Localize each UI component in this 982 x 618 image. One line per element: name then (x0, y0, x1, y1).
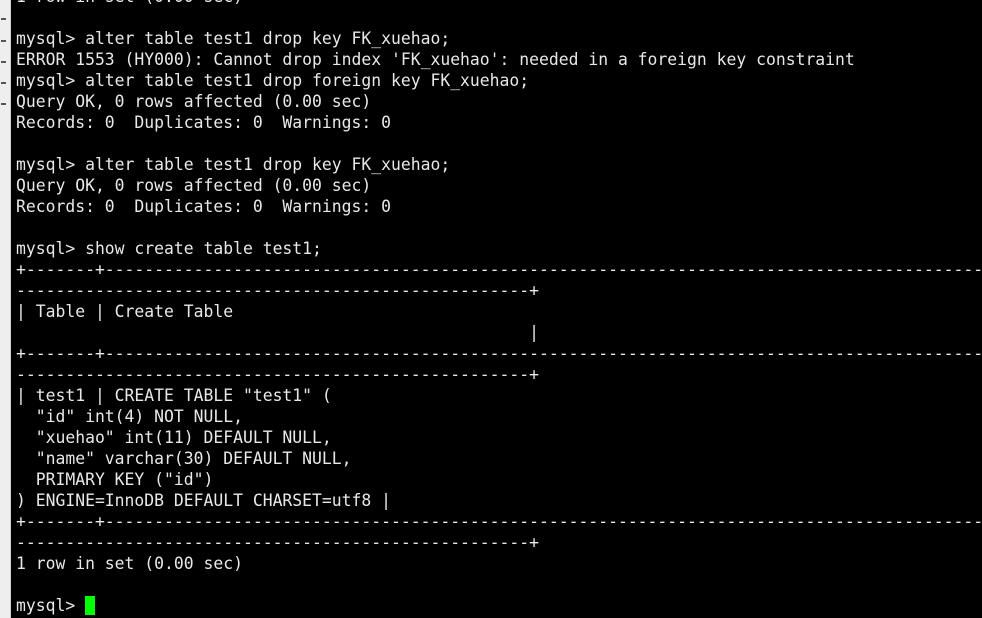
terminal-line: ERROR 1553 (HY000): Cannot drop index 'F… (16, 50, 855, 69)
terminal-line: Query OK, 0 rows affected (0.00 sec) (16, 176, 372, 195)
terminal-line: ----------------------------------------… (16, 365, 540, 384)
terminal-line: mysql> alter table test1 drop key FK_xue… (16, 29, 451, 48)
terminal-line: Query OK, 0 rows affected (0.00 sec) (16, 92, 372, 111)
terminal-line: mysql> show create table test1; (16, 239, 322, 258)
terminal-line: | (16, 323, 540, 342)
terminal-line: mysql> alter table test1 drop key FK_xue… (16, 155, 451, 174)
terminal-line: 1 row in set (0.00 sec) (16, 0, 982, 7)
terminal-line: "xuehao" int(11) DEFAULT NULL, (16, 428, 332, 447)
terminal-line: "name" varchar(30) DEFAULT NULL, (16, 449, 352, 468)
terminal-line: +-------+-------------------------------… (16, 344, 982, 363)
terminal-line: 1 row in set (0.00 sec) (16, 554, 243, 573)
terminal-window[interactable]: 1 row in set (0.00 sec) mysql> alter tabl… (11, 0, 982, 618)
terminal-line: | test1 | CREATE TABLE "test1" ( (16, 386, 332, 405)
terminal-line: | Table | Create Table (16, 302, 234, 321)
terminal-line: Records: 0 Duplicates: 0 Warnings: 0 (16, 113, 391, 132)
terminal-line: Records: 0 Duplicates: 0 Warnings: 0 (16, 197, 391, 216)
mysql-prompt: mysql> (16, 596, 86, 615)
terminal-line: "id" int(4) NOT NULL, (16, 407, 243, 426)
terminal-line: mysql> alter table test1 drop foreign ke… (16, 71, 530, 90)
terminal-line: ----------------------------------------… (16, 281, 540, 300)
terminal-line: +-------+-------------------------------… (16, 512, 982, 531)
terminal-line: ----------------------------------------… (16, 533, 540, 552)
terminal-output: 1 row in set (0.00 sec) mysql> alter tabl… (16, 0, 982, 616)
terminal-line: +-------+-------------------------------… (16, 260, 982, 279)
terminal-line: PRIMARY KEY ("id") (16, 470, 214, 489)
cursor-block (85, 596, 96, 615)
prompt-line[interactable]: mysql> (16, 595, 982, 616)
terminal-line: ) ENGINE=InnoDB DEFAULT CHARSET=utf8 | (16, 491, 391, 510)
left-window-edge (0, 0, 11, 618)
